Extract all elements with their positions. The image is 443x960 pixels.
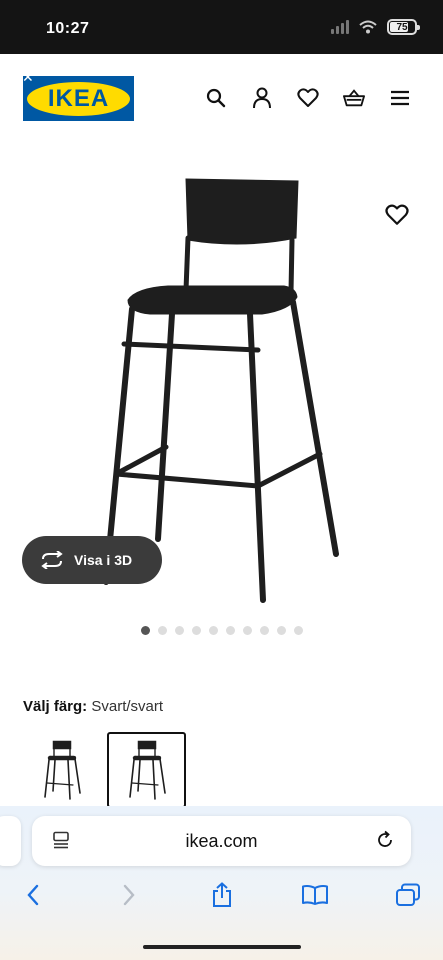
carousel-dot[interactable] (191, 626, 201, 635)
url-text: ikea.com (185, 831, 258, 851)
logo-text: IKEA (47, 84, 110, 112)
carousel-dot[interactable] (242, 626, 252, 635)
carousel-dot[interactable] (174, 626, 184, 635)
cellular-signal-icon (331, 20, 349, 34)
color-swatches (22, 732, 186, 808)
basket-icon[interactable] (343, 87, 365, 109)
carousel-dot[interactable] (208, 626, 218, 635)
add-to-favorites-heart-icon[interactable] (385, 204, 409, 228)
view-3d-button[interactable]: Visa i 3D (22, 536, 162, 584)
address-bar[interactable]: ikea.com (32, 816, 411, 866)
heart-icon[interactable] (297, 87, 319, 109)
forward-icon[interactable] (114, 880, 144, 910)
view-3d-label: Visa i 3D (74, 552, 133, 568)
search-icon[interactable] (205, 87, 227, 109)
product-image-carousel[interactable]: Visa i 3D (0, 154, 443, 624)
wifi-icon (359, 20, 377, 34)
color-label-title: Välj färg: (23, 698, 88, 715)
logo-oval: IKEA (27, 81, 130, 116)
bookmarks-icon[interactable] (300, 880, 330, 910)
battery-icon: 75 (387, 19, 420, 35)
rotate-3d-icon (41, 551, 63, 569)
browser-chrome: ikea.com (0, 806, 443, 960)
back-icon[interactable] (18, 880, 48, 910)
previous-tab-preview[interactable] (0, 816, 21, 866)
carousel-dot[interactable] (225, 626, 235, 635)
status-bar: 10:27 75 (0, 0, 443, 54)
carousel-dot[interactable] (259, 626, 269, 635)
carousel-dot[interactable] (157, 626, 167, 635)
carousel-dot[interactable] (276, 626, 286, 635)
ikea-logo[interactable]: ✕ IKEA (22, 70, 134, 121)
status-time: 10:27 (46, 20, 90, 37)
logo-close-mark-icon: ✕ (22, 70, 34, 86)
share-icon[interactable] (207, 880, 237, 910)
status-icons: 75 (331, 19, 420, 35)
menu-icon[interactable] (389, 87, 411, 109)
reload-icon[interactable] (375, 830, 395, 855)
battery-level: 75 (396, 21, 408, 33)
carousel-dot[interactable] (140, 626, 150, 635)
color-swatch[interactable] (22, 732, 101, 808)
bar-stool-thumbnail (128, 740, 166, 800)
home-indicator[interactable] (143, 945, 301, 949)
user-icon[interactable] (251, 87, 273, 109)
color-value: Svart/svart (91, 698, 164, 715)
carousel-pagination (0, 626, 443, 635)
color-selector-label: Välj färg: Svart/svart (23, 698, 163, 715)
tabs-icon[interactable] (393, 880, 423, 910)
bar-stool-thumbnail (43, 740, 81, 800)
color-swatch-selected[interactable] (107, 732, 186, 808)
carousel-dot[interactable] (293, 626, 303, 635)
browser-toolbar (0, 880, 443, 914)
header-icons (205, 87, 411, 109)
site-header: ✕ IKEA (0, 54, 443, 154)
